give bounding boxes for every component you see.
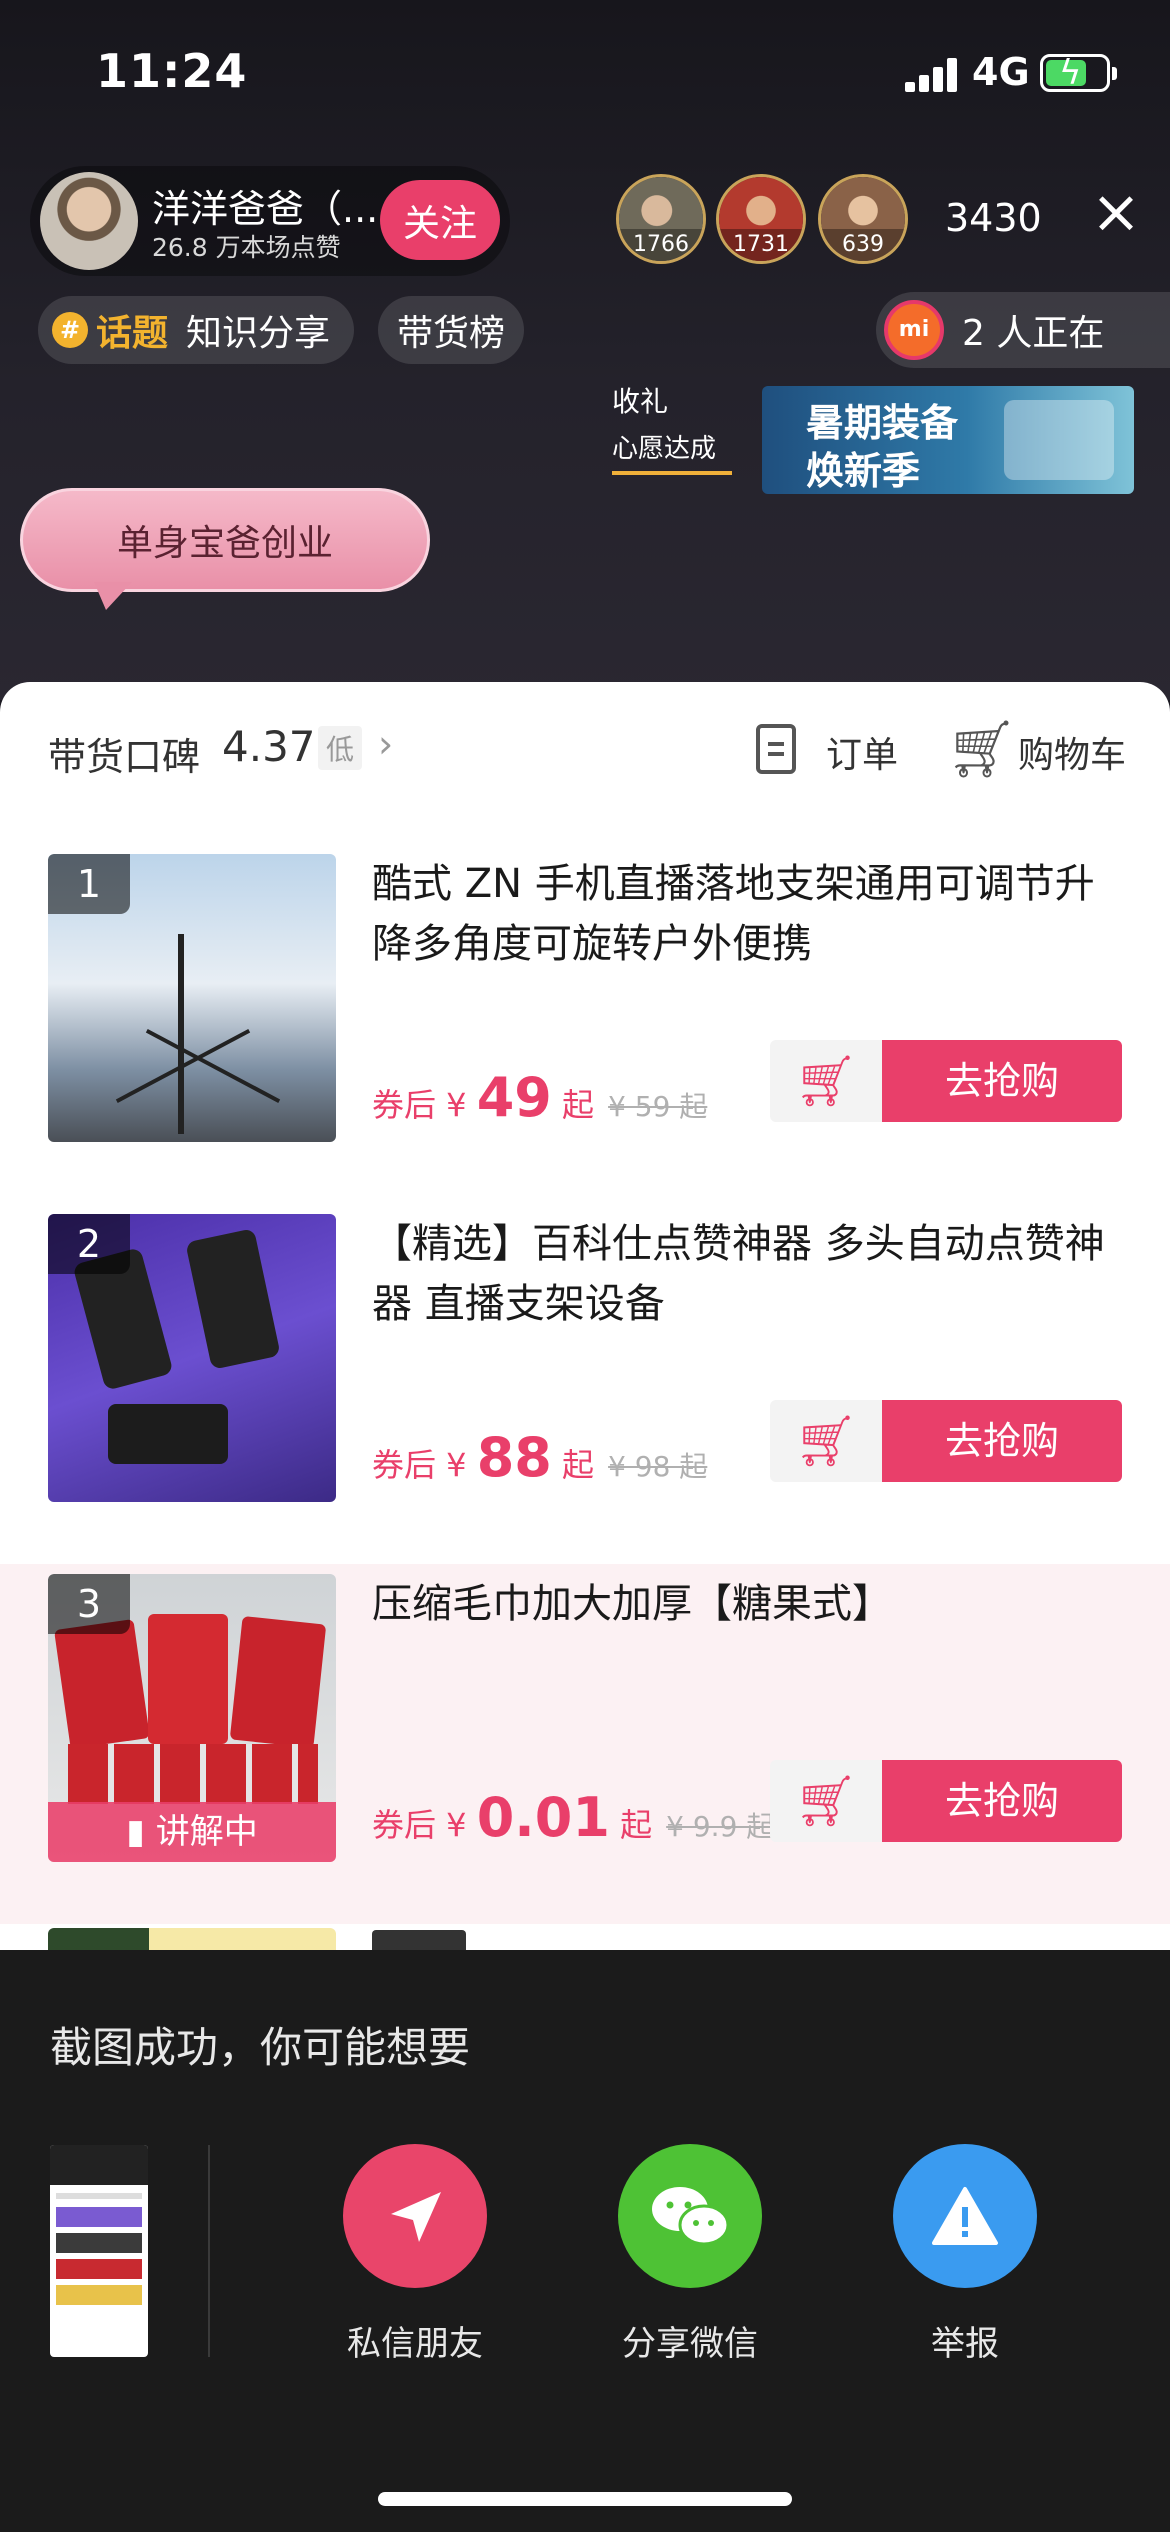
original-price: ¥ 59 起 [608, 1090, 708, 1123]
add-to-cart-icon[interactable]: 🛒︎ [770, 1040, 882, 1122]
bubble-tail [94, 582, 132, 610]
product-sheet: 带货口碑 4.37 低 › 订单 🛒︎ 购物车 1 酷式 ZN 手机直播落地支架… [0, 682, 1170, 1952]
price-suffix: 起 [551, 1086, 595, 1124]
buy-button[interactable]: 去抢购 [882, 1760, 1122, 1842]
product-price: 券后 ¥ 0.01 起 ¥ 9.9 起 [372, 1786, 774, 1849]
price-value: 49 [476, 1066, 552, 1129]
product-item-partial [0, 1928, 1170, 1952]
product-price: 券后 ¥ 49 起 ¥ 59 起 [372, 1066, 707, 1129]
add-to-cart-icon[interactable]: 🛒︎ [770, 1760, 882, 1842]
share-action-wechat[interactable]: 分享微信 [590, 2144, 790, 2365]
price-value: 0.01 [476, 1786, 610, 1849]
share-action-message[interactable]: 私信朋友 [315, 2144, 515, 2365]
warning-icon[interactable] [893, 2144, 1037, 2288]
battery-icon: ϟ [1040, 54, 1117, 92]
share-action-label: 分享微信 [622, 2324, 758, 2364]
original-price: ¥ 9.9 起 [666, 1810, 775, 1843]
promo-line-2: 焕新季 [806, 449, 921, 493]
share-divider [208, 2145, 210, 2357]
add-to-cart-icon[interactable]: 🛒︎ [770, 1400, 882, 1482]
live-stream-background: 11:24 4G ϟ 洋洋爸爸（... 26.8 万本场点赞 关注 1766 1… [0, 0, 1170, 700]
online-viewers-chip[interactable]: mi 2 人正在 [876, 292, 1170, 368]
share-title: 截图成功，你可能想要 [50, 2023, 471, 2072]
cart-icon[interactable]: 🛒︎ [946, 716, 1017, 782]
price-suffix: 起 [609, 1806, 653, 1844]
product-index: 3 [48, 1574, 130, 1634]
product-item[interactable]: 2 【精选】百科仕点赞神器 多头自动点赞神器 直播支架设备 券后 ¥ 88 起 ¥… [0, 1204, 1170, 1564]
live-explaining-label: 讲解中 [155, 1812, 258, 1852]
status-time: 11:24 [96, 44, 248, 98]
viewer-count: 1766 [619, 229, 703, 261]
orders-icon[interactable] [756, 724, 796, 774]
promo-line-1: 暑期装备 [806, 401, 959, 445]
wish-widget[interactable]: 收礼 心愿达成 [612, 380, 732, 475]
status-bar: 11:24 4G ϟ [0, 0, 1170, 140]
online-viewers-text: 2 人正在 [962, 313, 1105, 354]
follow-button[interactable]: 关注 [380, 180, 500, 260]
host-caption-bubble: 单身宝爸创业 [20, 488, 430, 592]
buy-button[interactable]: 去抢购 [882, 1400, 1122, 1482]
original-price: ¥ 98 起 [608, 1450, 708, 1483]
reputation-level-badge: 低 [318, 726, 363, 770]
network-label: 4G [972, 50, 1030, 94]
topic-tag: 话题 [96, 313, 169, 354]
signal-icon [905, 58, 961, 92]
host-avatar[interactable] [40, 172, 138, 270]
wish-status: 心愿达成 [612, 428, 732, 475]
hashtag-icon: # [52, 312, 88, 348]
sales-rank-button[interactable]: 带货榜 [378, 296, 524, 364]
price-prefix: 券后 ¥ [372, 1806, 477, 1844]
share-action-label: 私信朋友 [347, 2324, 483, 2364]
live-explaining-badge: ▮ 讲解中 [48, 1802, 336, 1862]
promo-decoration [1004, 400, 1114, 480]
product-item[interactable]: 1 酷式 ZN 手机直播落地支架通用可调节升降多角度可旋转户外便携 券后 ¥ 4… [0, 844, 1170, 1204]
mi-logo: mi [884, 300, 944, 360]
home-indicator[interactable] [378, 2492, 792, 2506]
screenshot-share-sheet: 截图成功，你可能想要 私信朋友 分享微信 举报 [0, 1950, 1170, 2532]
product-price: 券后 ¥ 88 起 ¥ 98 起 [372, 1426, 707, 1489]
product-index: 2 [48, 1214, 130, 1274]
product-title[interactable]: 【精选】百科仕点赞神器 多头自动点赞神器 直播支架设备 [372, 1214, 1132, 1334]
viewer-count: 1731 [719, 229, 803, 261]
sheet-header: 带货口碑 4.37 低 › 订单 🛒︎ 购物车 [0, 682, 1170, 812]
price-prefix: 券后 ¥ [372, 1086, 477, 1124]
price-value: 88 [476, 1426, 552, 1489]
share-action-label: 举报 [931, 2324, 999, 2364]
host-likes: 26.8 万本场点赞 [152, 233, 341, 262]
price-prefix: 券后 ¥ [372, 1446, 477, 1484]
top-viewer-avatar[interactable]: 1731 [716, 174, 806, 264]
product-title[interactable]: 压缩毛巾加大加厚【糖果式】 [372, 1574, 1132, 1634]
host-info[interactable]: 洋洋爸爸（... 26.8 万本场点赞 关注 [30, 166, 510, 276]
send-icon[interactable] [343, 2144, 487, 2288]
orders-link[interactable]: 订单 [826, 726, 898, 778]
share-action-report[interactable]: 举报 [865, 2144, 1065, 2365]
viewer-count: 639 [821, 229, 905, 261]
buy-button[interactable]: 去抢购 [882, 1040, 1122, 1122]
promo-banner[interactable]: 暑期装备 焕新季 [762, 386, 1134, 494]
top-viewer-avatar[interactable]: 639 [818, 174, 908, 264]
product-thumbnail[interactable]: 1 [48, 854, 336, 1142]
product-thumbnail[interactable]: 3 ▮ 讲解中 [48, 1574, 336, 1862]
topic-text: 知识分享 [186, 313, 331, 354]
cart-link[interactable]: 购物车 [1018, 726, 1126, 778]
bars-icon: ▮ [126, 1812, 156, 1852]
price-suffix: 起 [551, 1446, 595, 1484]
wechat-icon[interactable] [618, 2144, 762, 2288]
top-viewer-avatar[interactable]: 1766 [616, 174, 706, 264]
chevron-right-icon[interactable]: › [378, 722, 393, 766]
host-name: 洋洋爸爸（... [152, 187, 379, 231]
product-thumbnail[interactable]: 2 [48, 1214, 336, 1502]
reputation-label[interactable]: 带货口碑 [48, 726, 200, 781]
product-item-live[interactable]: 3 ▮ 讲解中 压缩毛巾加大加厚【糖果式】 券后 ¥ 0.01 起 ¥ 9.9 起… [0, 1564, 1170, 1924]
topic-chip[interactable]: # 话题 知识分享 [38, 296, 354, 364]
close-icon[interactable]: × [1090, 182, 1142, 242]
product-title[interactable]: 酷式 ZN 手机直播落地支架通用可调节升降多角度可旋转户外便携 [372, 854, 1132, 974]
viewer-total[interactable]: 3430 [945, 196, 1042, 240]
screenshot-thumbnail[interactable] [50, 2145, 148, 2357]
wish-title: 收礼 [612, 385, 669, 418]
product-index: 1 [48, 854, 130, 914]
reputation-score[interactable]: 4.37 [222, 722, 316, 771]
